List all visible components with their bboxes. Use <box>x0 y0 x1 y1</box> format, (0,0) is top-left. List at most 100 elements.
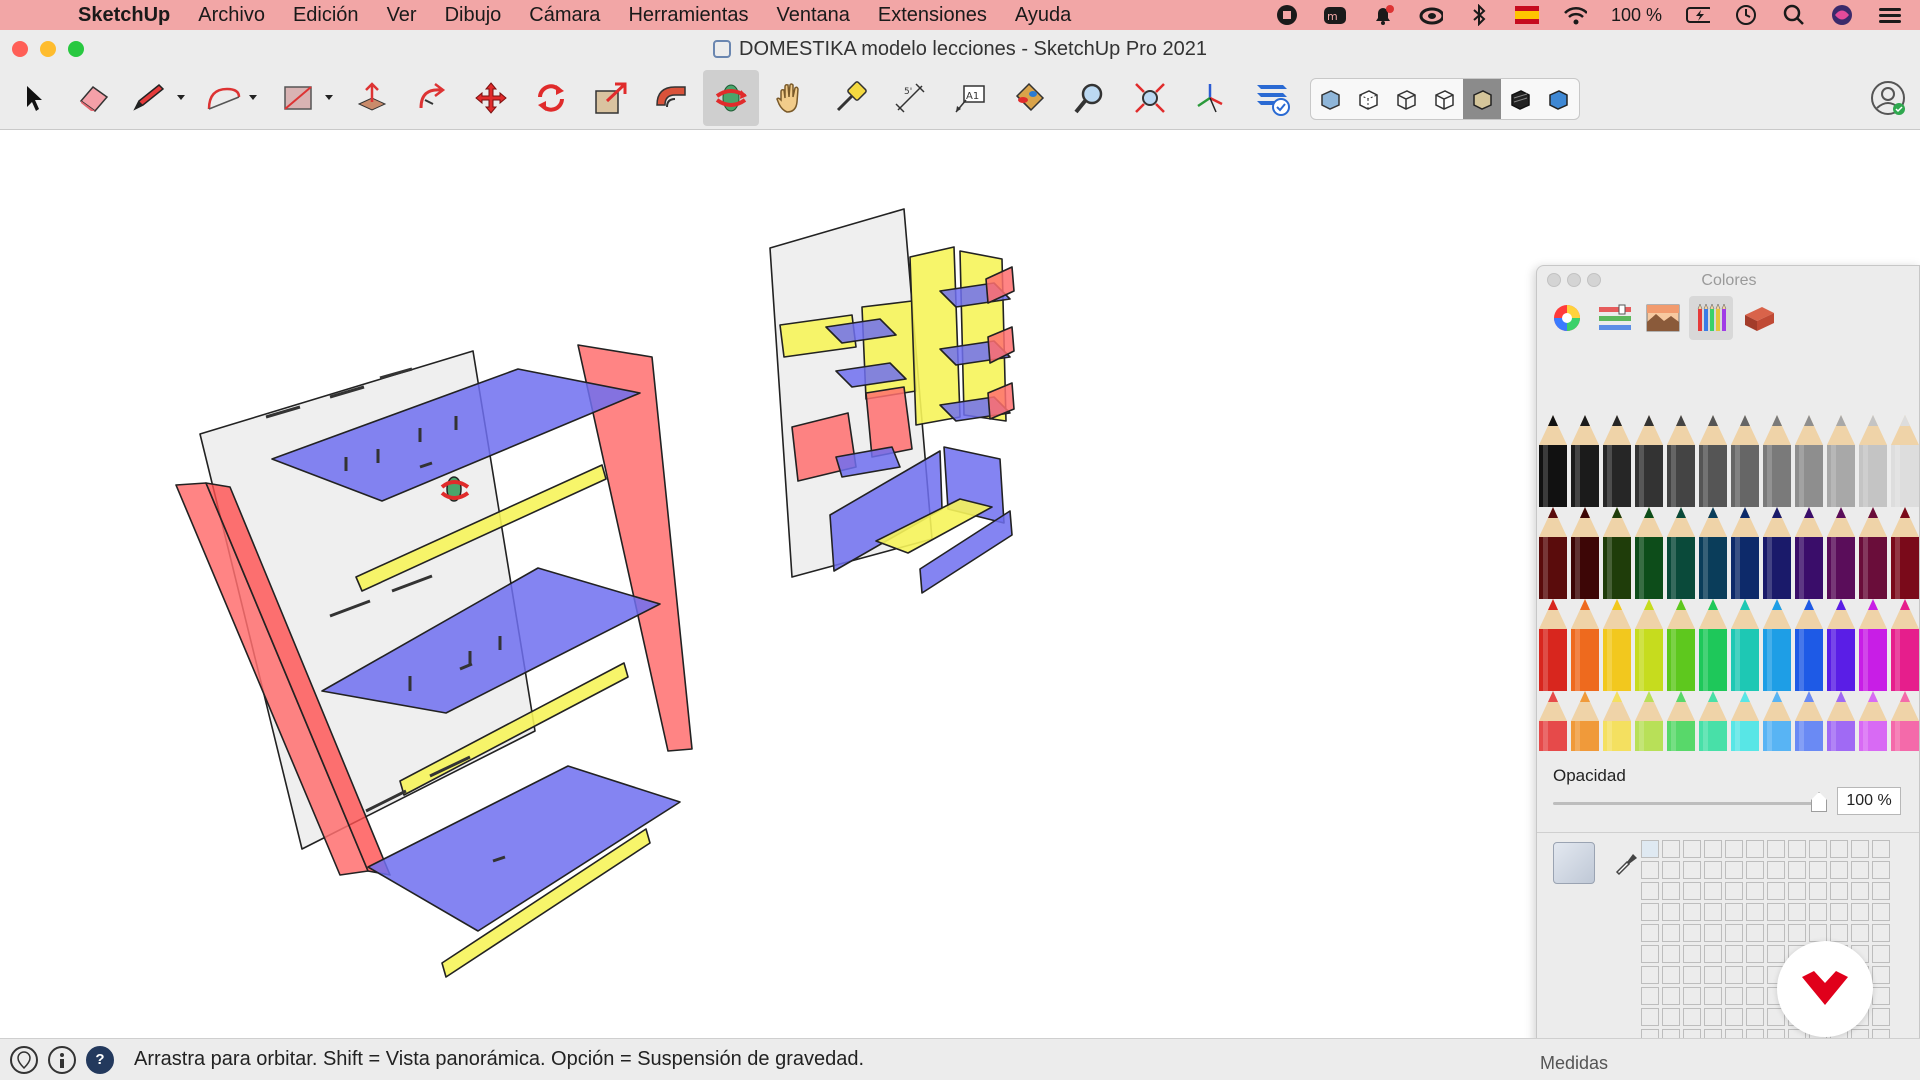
swatch-cell[interactable] <box>1788 840 1806 858</box>
pencil-swatch[interactable] <box>1667 691 1695 751</box>
swatch-cell[interactable] <box>1872 924 1890 942</box>
follow-me-tool-button[interactable] <box>404 70 460 126</box>
swatch-cell[interactable] <box>1872 945 1890 963</box>
swatch-cell[interactable] <box>1683 1008 1701 1026</box>
swatch-cell[interactable] <box>1641 861 1659 879</box>
window-minimize-button[interactable] <box>40 41 56 57</box>
swatch-cell[interactable] <box>1809 840 1827 858</box>
swatch-cell[interactable] <box>1704 924 1722 942</box>
swatch-cell[interactable] <box>1788 882 1806 900</box>
pencil-swatch[interactable] <box>1667 415 1695 507</box>
move-tool-button[interactable] <box>463 70 519 126</box>
menu-ayuda[interactable]: Ayuda <box>1015 4 1071 27</box>
swatch-cell[interactable] <box>1641 987 1659 1005</box>
credits-icon[interactable] <box>48 1045 76 1074</box>
swatch-cell[interactable] <box>1830 924 1848 942</box>
pencil-swatch[interactable] <box>1539 507 1567 599</box>
swatch-cell[interactable] <box>1683 903 1701 921</box>
swatch-cell[interactable] <box>1662 840 1680 858</box>
swatch-cell[interactable] <box>1872 882 1890 900</box>
pencil-swatch[interactable] <box>1859 507 1887 599</box>
zoom-tool-button[interactable] <box>1062 70 1118 126</box>
opacity-value-field[interactable]: 100 % <box>1837 787 1901 815</box>
swatch-cell[interactable] <box>1746 1008 1764 1026</box>
window-zoom-button[interactable] <box>68 41 84 57</box>
swatch-cell[interactable] <box>1767 882 1785 900</box>
swatch-cell[interactable] <box>1872 966 1890 984</box>
swatch-cell[interactable] <box>1704 861 1722 879</box>
swatch-cell[interactable] <box>1809 903 1827 921</box>
language-flag-icon[interactable] <box>1514 3 1539 27</box>
pencil-swatch[interactable] <box>1603 599 1631 691</box>
menu-extensiones[interactable]: Extensiones <box>878 4 987 27</box>
pencil-swatch[interactable] <box>1571 599 1599 691</box>
swatch-cell[interactable] <box>1662 1008 1680 1026</box>
pencil-swatch[interactable] <box>1731 507 1759 599</box>
swatch-cell[interactable] <box>1662 987 1680 1005</box>
pencil-swatch[interactable] <box>1891 691 1919 751</box>
clock-icon[interactable] <box>1734 3 1758 27</box>
pencil-swatch[interactable] <box>1795 691 1823 751</box>
pencil-swatch[interactable] <box>1731 691 1759 751</box>
current-color-swatch[interactable] <box>1553 842 1595 884</box>
pencil-swatch[interactable] <box>1827 507 1855 599</box>
swatch-cell[interactable] <box>1851 840 1869 858</box>
pencil-swatch[interactable] <box>1667 507 1695 599</box>
swatch-cell[interactable] <box>1767 945 1785 963</box>
swatch-cell[interactable] <box>1704 882 1722 900</box>
swatch-cell[interactable] <box>1683 882 1701 900</box>
swatch-cell[interactable] <box>1809 861 1827 879</box>
menu-app-name[interactable]: SketchUp <box>78 4 170 27</box>
swatch-cell[interactable] <box>1641 903 1659 921</box>
pencil-swatch[interactable] <box>1859 599 1887 691</box>
push-pull-tool-button[interactable] <box>344 70 400 126</box>
swatch-cell[interactable] <box>1746 861 1764 879</box>
swatch-cell[interactable] <box>1746 966 1764 984</box>
menu-dibujo[interactable]: Dibujo <box>445 4 502 27</box>
swatch-cell[interactable] <box>1704 945 1722 963</box>
swatch-cell[interactable] <box>1872 840 1890 858</box>
pencil-swatch[interactable] <box>1571 415 1599 507</box>
swatch-cell[interactable] <box>1641 1008 1659 1026</box>
pencil-swatch[interactable] <box>1763 507 1791 599</box>
pencil-swatch[interactable] <box>1571 691 1599 751</box>
pencil-swatch[interactable] <box>1539 415 1567 507</box>
swatch-cell[interactable] <box>1872 1008 1890 1026</box>
swatch-cell[interactable] <box>1704 1008 1722 1026</box>
swatch-cell[interactable] <box>1725 945 1743 963</box>
swatch-cell[interactable] <box>1683 966 1701 984</box>
window-close-button[interactable] <box>12 41 28 57</box>
wifi-icon[interactable] <box>1563 3 1587 27</box>
pencil-swatch[interactable] <box>1763 599 1791 691</box>
rectangle-tool-button[interactable] <box>276 70 346 126</box>
tab-color-sliders[interactable] <box>1593 296 1637 340</box>
tape-measure-tool-button[interactable] <box>822 70 878 126</box>
swatch-cell[interactable] <box>1830 882 1848 900</box>
tab-color-wheel[interactable] <box>1545 296 1589 340</box>
battery-charging-icon[interactable] <box>1686 3 1710 27</box>
swatch-cell[interactable] <box>1746 903 1764 921</box>
pencil-swatch[interactable] <box>1699 599 1727 691</box>
pencil-swatch[interactable] <box>1827 415 1855 507</box>
swatch-cell[interactable] <box>1725 1008 1743 1026</box>
swatch-cell[interactable] <box>1767 924 1785 942</box>
swatch-cell[interactable] <box>1788 861 1806 879</box>
spotlight-search-icon[interactable] <box>1782 3 1806 27</box>
swatch-cell[interactable] <box>1683 840 1701 858</box>
opacity-slider-thumb[interactable] <box>1811 792 1827 812</box>
siri-icon[interactable] <box>1830 3 1854 27</box>
pencil-swatch[interactable] <box>1603 415 1631 507</box>
swatch-cell[interactable] <box>1662 861 1680 879</box>
pencil-swatch[interactable] <box>1795 415 1823 507</box>
pencil-swatch[interactable] <box>1891 415 1919 507</box>
swatch-cell[interactable] <box>1683 945 1701 963</box>
swatch-cell[interactable] <box>1662 924 1680 942</box>
swatch-cell[interactable] <box>1641 924 1659 942</box>
notifications-bell-icon[interactable] <box>1371 3 1395 27</box>
pencil-swatch[interactable] <box>1827 691 1855 751</box>
style-wireframe-button[interactable] <box>1387 79 1425 119</box>
bluetooth-icon[interactable] <box>1467 3 1491 27</box>
swatch-cell[interactable] <box>1683 924 1701 942</box>
orbit-tool-button[interactable] <box>703 70 759 126</box>
swatch-cell[interactable] <box>1704 966 1722 984</box>
